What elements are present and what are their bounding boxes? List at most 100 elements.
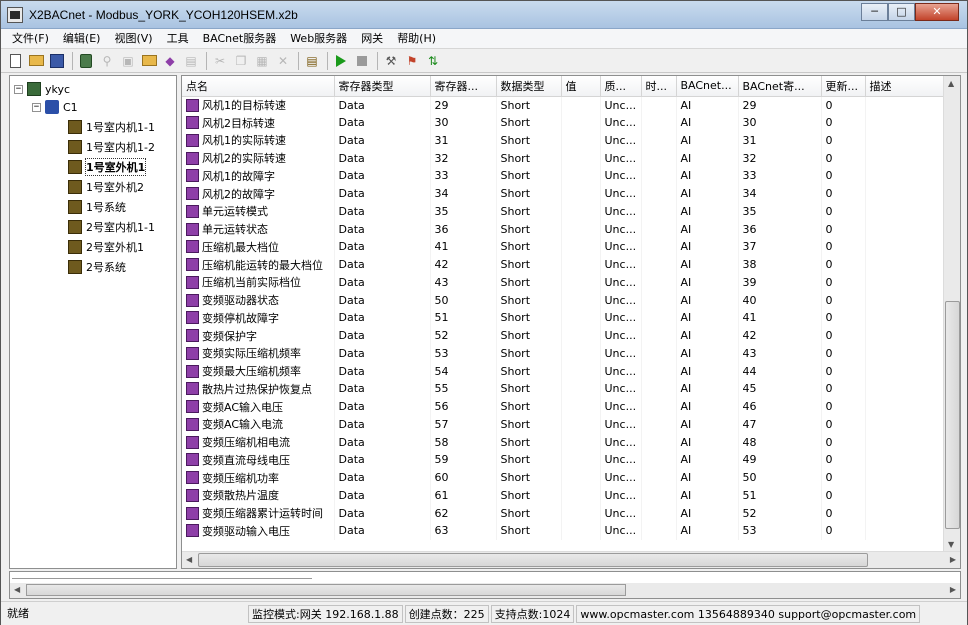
new-icon[interactable] [7, 53, 23, 69]
tree-device[interactable]: 2号系统 [68, 258, 126, 276]
tools-icon[interactable]: ⚒ [383, 53, 399, 69]
stop-icon[interactable] [354, 53, 370, 69]
open-icon[interactable] [28, 53, 44, 69]
import-icon[interactable]: ◆ [162, 53, 178, 69]
table-row[interactable]: 变频压缩机相电流 Data 58 Short Unc... AI 48 0 [182, 433, 945, 451]
column-header-col-update[interactable]: 更新... [821, 76, 866, 97]
monitor-icon[interactable]: ▤ [304, 53, 320, 69]
collapse-icon[interactable]: − [14, 84, 23, 94]
menu-web-server[interactable]: Web服务器 [283, 29, 354, 49]
table-row[interactable]: 散热片过热保护恢复点 Data 55 Short Unc... AI 45 0 [182, 380, 945, 398]
tree-device-label: 1号室内机1-1 [86, 121, 155, 134]
column-header-col-register-type[interactable]: 寄存器类型 [334, 76, 431, 97]
table-row[interactable]: 变频直流母线电压 Data 59 Short Unc... AI 49 0 [182, 451, 945, 469]
log-horizontal-scrollbar[interactable]: ◀ ▶ [10, 583, 960, 598]
scroll-left-icon[interactable]: ◀ [186, 555, 192, 564]
add-channel-icon[interactable]: ⚲ [99, 53, 115, 69]
tree-device[interactable]: 2号室外机1 [68, 238, 144, 256]
scroll-up-icon[interactable]: ▲ [948, 79, 954, 88]
gateway-icon[interactable]: ⚑ [404, 53, 420, 69]
column-header-col-data-type[interactable]: 数据类型 [496, 76, 562, 97]
tag-name-cell: 变频实际压缩机频率 [182, 344, 335, 363]
tree-device-selected[interactable]: 1号室外机1 [68, 158, 147, 176]
tag-list[interactable]: 点名 寄存器类型 寄存器... 数据类型值质... 时... BACnet... BACne… [181, 75, 961, 569]
column-header-col-name[interactable]: 点名 [182, 76, 335, 97]
add-tag-icon[interactable] [141, 53, 157, 69]
table-row[interactable]: 变频AC输入电压 Data 56 Short Unc... AI 46 0 [182, 397, 945, 416]
device-tree[interactable]: − ykyc − C1 1号室内机1-1 1号室内机1-2 1号室外机1 1号室… [9, 75, 177, 569]
update-cell: 0 [821, 344, 866, 363]
tree-channel[interactable]: − C1 [32, 98, 78, 116]
table-row[interactable]: 变频压缩器累计运转时间 Data 62 Short Unc... AI 52 0 [182, 504, 945, 522]
tree-device[interactable]: 1号系统 [68, 198, 126, 216]
register-address-cell: 31 [430, 131, 497, 150]
maximize-button[interactable]: □ [888, 2, 915, 21]
table-row[interactable]: 风机1的故障字 Data 33 Short Unc... AI 33 0 [182, 167, 945, 185]
collapse-icon[interactable]: − [32, 102, 41, 112]
delete-icon[interactable]: ✕ [275, 53, 291, 69]
tree-root[interactable]: − ykyc [14, 80, 70, 98]
table-row[interactable]: 变频保护字 Data 52 Short Unc... AI 42 0 [182, 326, 945, 345]
table-row[interactable]: 变频停机故障字 Data 51 Short Unc... AI 41 0 [182, 309, 945, 327]
tree-device[interactable]: 1号室外机2 [68, 178, 144, 196]
table-row[interactable]: 压缩机当前实际档位 Data 43 Short Unc... AI 39 0 [182, 273, 945, 292]
table-row[interactable]: 压缩机最大档位 Data 41 Short Unc... AI 37 0 [182, 238, 945, 256]
scroll-down-icon[interactable]: ▼ [948, 540, 954, 549]
save-icon[interactable] [49, 53, 65, 69]
column-header-col-time[interactable]: 时... [641, 76, 677, 97]
menu-bacnet-server[interactable]: BACnet服务器 [196, 29, 284, 49]
scroll-right-icon[interactable]: ▶ [950, 555, 956, 564]
vertical-scrollbar[interactable]: ▲ ▼ [943, 76, 960, 552]
log-scroll-thumb[interactable] [26, 584, 626, 596]
table-row[interactable]: 变频实际压缩机频率 Data 53 Short Unc... AI 43 0 [182, 344, 945, 363]
copy-icon[interactable]: ❐ [233, 53, 249, 69]
menu-file[interactable]: 文件(F) [5, 29, 56, 49]
table-row[interactable]: 风机1的实际转速 Data 31 Short Unc... AI 31 0 [182, 131, 945, 150]
run-icon[interactable] [333, 53, 349, 69]
table-row[interactable]: 风机2的实际转速 Data 32 Short Unc... AI 32 0 [182, 149, 945, 167]
menu-tools[interactable]: 工具 [160, 29, 196, 49]
title-bar[interactable]: X2BACnet - Modbus_YORK_YCOH120HSEM.x2b ─… [1, 1, 967, 29]
table-row[interactable]: 变频压缩机功率 Data 60 Short Unc... AI 50 0 [182, 468, 945, 487]
close-button[interactable]: ✕ [915, 2, 959, 21]
table-row[interactable]: 压缩机能运转的最大档位 Data 42 Short Unc... AI 38 0 [182, 255, 945, 274]
scroll-left-icon[interactable]: ◀ [14, 585, 20, 594]
table-row[interactable]: 变频散热片温度 Data 61 Short Unc... AI 51 0 [182, 486, 945, 505]
menu-edit[interactable]: 编辑(E) [56, 29, 108, 49]
add-device-icon[interactable]: ▣ [120, 53, 136, 69]
scroll-right-icon[interactable]: ▶ [950, 585, 956, 594]
table-row[interactable]: 风机2的故障字 Data 34 Short Unc... AI 34 0 [182, 184, 945, 203]
log-pane[interactable]: ◀ ▶ [9, 571, 961, 599]
column-header-col-description[interactable]: 描述 [865, 76, 945, 97]
table-row[interactable]: 变频最大压缩机频率 Data 54 Short Unc... AI 44 0 [182, 362, 945, 380]
quality-cell: Unc... [600, 415, 642, 434]
export-icon[interactable]: ▤ [183, 53, 199, 69]
table-row[interactable]: 风机2目标转速 Data 30 Short Unc... AI 30 0 [182, 113, 945, 132]
table-row[interactable]: 风机1的目标转速 Data 29 Short Unc... AI 29 0 [182, 96, 945, 114]
paste-icon[interactable]: ▦ [254, 53, 270, 69]
horizontal-scroll-thumb[interactable] [198, 553, 868, 567]
horizontal-scrollbar[interactable]: ◀ ▶ [182, 551, 960, 568]
tree-device[interactable]: 2号室内机1-1 [68, 218, 155, 236]
tree-device[interactable]: 1号室内机1-1 [68, 118, 155, 136]
table-row[interactable]: 变频AC输入电流 Data 57 Short Unc... AI 47 0 [182, 415, 945, 434]
menu-help[interactable]: 帮助(H) [390, 29, 443, 49]
add-server-icon[interactable] [78, 53, 94, 69]
table-row[interactable]: 变频驱动器状态 Data 50 Short Unc... AI 40 0 [182, 291, 945, 309]
bacnet-icon[interactable]: ⇅ [425, 53, 441, 69]
menu-gateway[interactable]: 网关 [354, 29, 390, 49]
column-header-col-register-address[interactable]: 寄存器... [430, 76, 497, 97]
log-tabs[interactable] [12, 574, 312, 579]
column-header-col-quality[interactable]: 质... [600, 76, 642, 97]
minimize-button[interactable]: ─ [861, 2, 888, 21]
column-header-col-bacnet-type[interactable]: BACnet... [676, 76, 739, 97]
table-row[interactable]: 变频驱动输入电压 Data 63 Short Unc... AI 53 0 [182, 522, 945, 540]
vertical-scroll-thumb[interactable] [945, 301, 960, 529]
cut-icon[interactable]: ✂ [212, 53, 228, 69]
table-row[interactable]: 单元运转状态 Data 36 Short Unc... AI 36 0 [182, 220, 945, 238]
tree-device[interactable]: 1号室内机1-2 [68, 138, 155, 156]
column-header-col-bacnet-instance[interactable]: BACnet寄... [738, 76, 822, 97]
menu-view[interactable]: 视图(V) [107, 29, 159, 49]
column-header-col-value[interactable]: 值 [561, 76, 601, 97]
table-row[interactable]: 单元运转模式 Data 35 Short Unc... AI 35 0 [182, 202, 945, 221]
